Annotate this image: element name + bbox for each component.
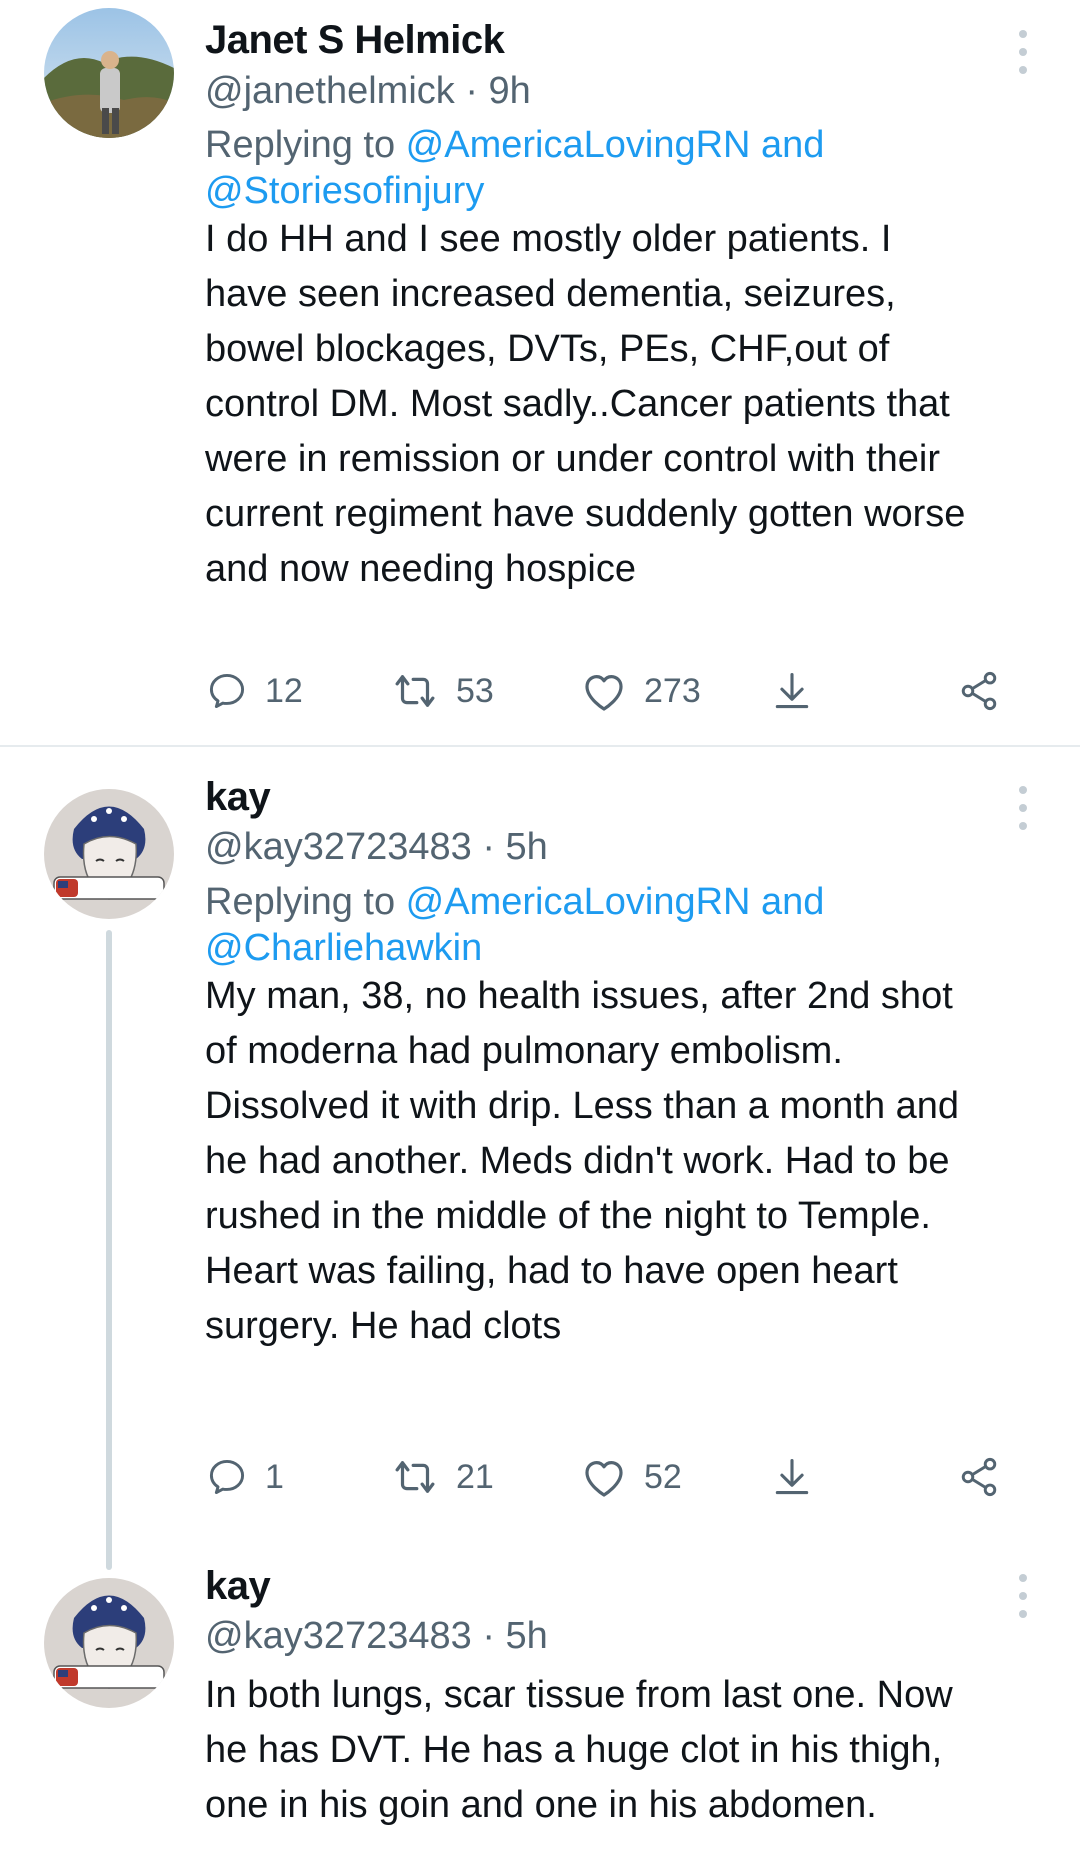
author-handle[interactable]: @janethelmick · 9h	[205, 70, 531, 113]
more-options-icon[interactable]	[1010, 782, 1036, 834]
bookmark-button[interactable]	[770, 666, 814, 716]
retweet-icon	[395, 1461, 435, 1493]
reply-button[interactable]: 12	[205, 666, 303, 716]
author-name[interactable]: kay	[205, 775, 271, 820]
author-name[interactable]: kay	[205, 1564, 271, 1609]
tweet[interactable]: Janet S Helmick @janethelmick · 9h Reply…	[0, 0, 1080, 745]
avatar-drawing-icon	[44, 789, 174, 919]
bookmark-icon	[775, 1458, 809, 1495]
tweet[interactable]: kay @kay32723483 · 5h In both lungs, sca…	[0, 1564, 1080, 1876]
author-name[interactable]: Janet S Helmick	[205, 18, 505, 63]
retweet-icon	[395, 675, 435, 707]
replying-to-line2: @Charliehawkin	[205, 921, 1025, 976]
retweet-count: 53	[456, 671, 494, 710]
retweet-button[interactable]: 53	[390, 666, 494, 716]
avatar[interactable]	[44, 1578, 174, 1708]
share-button[interactable]	[957, 666, 1001, 716]
replying-to-line2: @Storiesofinjury	[205, 164, 1025, 219]
mention-link[interactable]: @AmericaLovingRN and	[406, 124, 825, 166]
mention-link[interactable]: @Storiesofinjury	[205, 170, 484, 212]
mention-link[interactable]: @Charliehawkin	[205, 927, 482, 969]
share-icon	[961, 671, 997, 711]
avatar-drawing-icon	[44, 1578, 174, 1708]
tweet-text: In both lungs, scar tissue from last one…	[205, 1674, 953, 1826]
like-icon	[585, 1461, 623, 1497]
bookmark-icon	[775, 672, 809, 709]
like-icon	[585, 675, 623, 711]
like-count: 52	[644, 1457, 682, 1496]
reply-button[interactable]: 1	[205, 1452, 284, 1502]
like-count: 273	[644, 671, 701, 710]
like-button[interactable]: 52	[580, 1452, 682, 1502]
more-options-icon[interactable]	[1010, 26, 1036, 78]
tweet-actions: 1 21 52	[205, 1452, 1005, 1502]
avatar[interactable]	[44, 789, 174, 919]
avatar[interactable]	[44, 8, 174, 138]
thread-connector-line	[106, 930, 112, 1570]
share-button[interactable]	[957, 1452, 1001, 1502]
replying-to-label: Replying to	[205, 124, 406, 166]
reply-count: 12	[265, 671, 303, 710]
more-options-icon[interactable]	[1010, 1570, 1036, 1622]
like-button[interactable]: 273	[580, 666, 701, 716]
avatar-photo-icon	[44, 8, 174, 138]
author-handle[interactable]: @kay32723483 · 5h	[205, 826, 548, 869]
retweet-count: 21	[456, 1457, 494, 1496]
reply-count: 1	[265, 1457, 284, 1496]
mention-link[interactable]: @AmericaLovingRN and	[406, 881, 825, 923]
share-icon	[961, 1457, 997, 1497]
retweet-button[interactable]: 21	[390, 1452, 494, 1502]
replying-to-label: Replying to	[205, 881, 406, 923]
tweet-actions: 12 53 273	[205, 666, 1005, 716]
tweet-text: My man, 38, no health issues, after 2nd …	[205, 975, 960, 1347]
reply-icon	[209, 1459, 245, 1495]
tweet[interactable]: kay @kay32723483 · 5h Replying to @Ameri…	[0, 747, 1080, 1557]
author-handle[interactable]: @kay32723483 · 5h	[205, 1615, 548, 1658]
reply-icon	[209, 673, 245, 709]
bookmark-button[interactable]	[770, 1452, 814, 1502]
tweet-text: I do HH and I see mostly older patients.…	[205, 218, 966, 590]
